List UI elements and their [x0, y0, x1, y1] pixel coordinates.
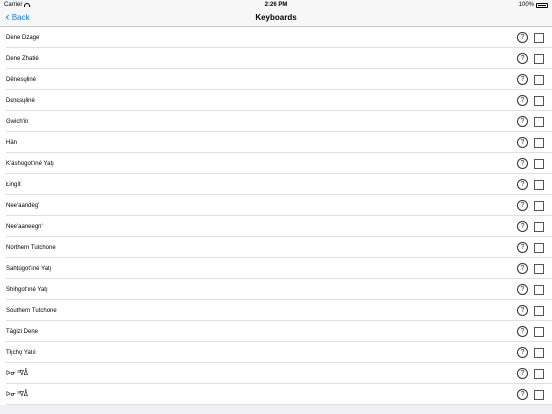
help-icon[interactable]: ? [517, 242, 528, 253]
battery-percent: 100% [518, 2, 534, 8]
page-title: Keyboards [255, 13, 297, 22]
keyboard-name: ᐅᓂ ᐦᐁᐂ [6, 371, 28, 377]
keyboard-name: K'áshogot'ıné Yatı̨ [6, 160, 54, 167]
help-icon[interactable]: ? [517, 347, 528, 358]
help-icon[interactable]: ? [517, 137, 528, 148]
help-icon[interactable]: ? [517, 74, 528, 85]
keyboard-name: Dënesųłiné [6, 76, 37, 83]
help-icon[interactable]: ? [517, 200, 528, 211]
keyboard-name: ᐅᓂ ᐦᐁᐂ [6, 392, 28, 398]
keyboard-list: Dene Dzage? Dene Zhatié? Dënesųłiné? Dɛnɛsų… [0, 27, 552, 405]
keyboard-checkbox[interactable] [534, 74, 544, 85]
help-icon[interactable]: ? [517, 284, 528, 295]
keyboard-row[interactable]: K'áshogot'ıné Yatı̨? [0, 153, 552, 174]
keyboard-name: Tłı̨chǫ Yatıì [6, 349, 36, 356]
keyboard-name: Hän [6, 139, 18, 146]
keyboard-checkbox[interactable] [534, 347, 544, 358]
keyboard-row[interactable]: Łingít? [0, 174, 552, 195]
keyboard-name: Tāgizi Dene [6, 328, 39, 335]
keyboard-row[interactable]: ᐅᓂ ᐦᐁᐂ? [0, 363, 552, 384]
keyboard-name: Łingít [6, 181, 21, 188]
keyboard-checkbox[interactable] [534, 137, 544, 148]
keyboard-checkbox[interactable] [534, 53, 544, 64]
status-right: 100% [519, 2, 548, 8]
help-icon[interactable]: ? [517, 179, 528, 190]
keyboard-row[interactable]: Dene Dzage? [0, 27, 552, 48]
keyboard-row[interactable]: Dene Zhatié? [0, 48, 552, 69]
keyboard-row[interactable]: Sahtúgot'ıné Yatı̨? [0, 258, 552, 279]
keyboard-name: Sahtúgot'ıné Yatı̨ [6, 265, 52, 272]
keyboard-checkbox[interactable] [534, 284, 544, 295]
keyboard-name: Dɛnɛsųłiné [6, 97, 35, 104]
keyboard-checkbox[interactable] [534, 389, 544, 400]
keyboard-row[interactable]: Southern Tutchone? [0, 300, 552, 321]
keyboard-checkbox[interactable] [534, 158, 544, 169]
keyboard-name: Nee'aaneegn' [6, 223, 43, 230]
keyboard-checkbox[interactable] [534, 368, 544, 379]
navigation-bar: ‹ Back Keyboards [0, 10, 552, 27]
keyboard-name: Shihgot'ıné Yatı̨ [6, 286, 48, 293]
status-bar: Carrier 2:26 PM 100% [0, 0, 552, 10]
status-time: 2:26 PM [264, 2, 288, 8]
keyboard-name: Nee'aandèg' [6, 202, 40, 209]
keyboard-name: Dene Dzage [6, 34, 40, 41]
keyboard-row[interactable]: Nee'aandèg'? [0, 195, 552, 216]
keyboard-checkbox[interactable] [534, 95, 544, 106]
keyboard-row[interactable]: Tāgizi Dene? [0, 321, 552, 342]
keyboard-row[interactable]: Gwich'in? [0, 111, 552, 132]
keyboard-name: Gwich'in [6, 118, 29, 125]
keyboard-checkbox[interactable] [534, 116, 544, 127]
keyboard-row[interactable]: Northern Tutchone? [0, 237, 552, 258]
keyboard-checkbox[interactable] [534, 32, 544, 43]
keyboard-name: Southern Tutchone [6, 307, 57, 314]
keyboard-checkbox[interactable] [534, 305, 544, 316]
keyboard-checkbox[interactable] [534, 179, 544, 190]
help-icon[interactable]: ? [517, 158, 528, 169]
keyboard-row[interactable]: Nee'aaneegn'? [0, 216, 552, 237]
keyboard-row[interactable]: Dɛnɛsųłiné? [0, 90, 552, 111]
keyboard-row[interactable]: Dënesųłiné? [0, 69, 552, 90]
keyboard-checkbox[interactable] [534, 221, 544, 232]
keyboard-row[interactable]: Hän? [0, 132, 552, 153]
help-icon[interactable]: ? [517, 389, 528, 400]
keyboard-checkbox[interactable] [534, 200, 544, 211]
help-icon[interactable]: ? [517, 32, 528, 43]
help-icon[interactable]: ? [517, 263, 528, 274]
keyboard-checkbox[interactable] [534, 326, 544, 337]
keyboard-row[interactable]: ᐅᓂ ᐦᐁᐂ? [0, 384, 552, 405]
help-icon[interactable]: ? [517, 53, 528, 64]
keyboard-row[interactable]: Tłı̨chǫ Yatıì? [0, 342, 552, 363]
keyboard-name: Northern Tutchone [6, 244, 56, 251]
keyboard-name: Dene Zhatié [6, 55, 39, 62]
battery-icon [536, 2, 548, 8]
help-icon[interactable]: ? [517, 368, 528, 379]
help-icon[interactable]: ? [517, 95, 528, 106]
keyboard-checkbox[interactable] [534, 242, 544, 253]
keyboard-checkbox[interactable] [534, 263, 544, 274]
help-icon[interactable]: ? [517, 305, 528, 316]
help-icon[interactable]: ? [517, 116, 528, 127]
help-icon[interactable]: ? [517, 326, 528, 337]
help-icon[interactable]: ? [517, 221, 528, 232]
keyboard-row[interactable]: Shihgot'ıné Yatı̨? [0, 279, 552, 300]
